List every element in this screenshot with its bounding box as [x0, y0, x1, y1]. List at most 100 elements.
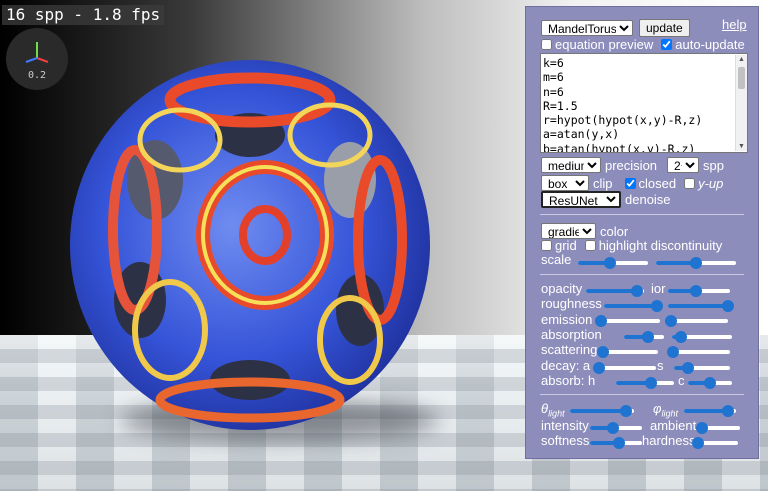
opacity-slider[interactable] [586, 285, 644, 297]
precision-select[interactable]: medium [541, 157, 601, 173]
auto-update-checkbox[interactable] [661, 39, 673, 50]
ambient-slider[interactable] [696, 422, 740, 434]
grid-label: grid [555, 238, 577, 253]
closed-checkbox[interactable] [624, 177, 636, 189]
theta-light-slider[interactable] [570, 405, 634, 417]
slider-knob[interactable] [704, 377, 716, 389]
softness-slider[interactable] [590, 437, 642, 449]
slider-knob[interactable] [607, 422, 620, 434]
grid-checkbox[interactable] [541, 240, 552, 251]
decay-a-label: decay: a [541, 358, 591, 373]
slider-knob[interactable] [675, 331, 687, 343]
spp-select[interactable]: 2⁴ [667, 157, 700, 173]
auto-update-label: auto-update [675, 37, 745, 52]
color-label: color [600, 223, 629, 239]
phi-light-label: φlight [653, 401, 678, 419]
opacity-label: opacity [541, 281, 583, 296]
softness-label: softness [541, 433, 590, 448]
slider-knob[interactable] [620, 405, 633, 417]
absorption-slider[interactable] [624, 331, 664, 343]
equation-scrollbar[interactable]: ▲ ▼ [735, 55, 747, 151]
denoise-select[interactable]: ResUNet [541, 191, 621, 208]
y-up-checkbox[interactable] [684, 177, 696, 189]
scattering-b-slider[interactable] [666, 346, 730, 358]
closed-label: closed [638, 175, 677, 191]
emission-label: emission [541, 312, 593, 327]
scroll-thumb[interactable] [738, 67, 745, 89]
absorb-h-label: absorb: h [541, 373, 596, 388]
roughness-b-slider[interactable] [668, 300, 735, 312]
slider-knob[interactable] [631, 285, 644, 297]
slider-knob[interactable] [664, 315, 677, 327]
intensity-slider[interactable] [590, 422, 642, 434]
emission-b-slider[interactable] [664, 315, 728, 327]
scroll-up-icon[interactable]: ▲ [738, 56, 745, 63]
gizmo-scale-label: 0.2 [27, 70, 47, 81]
slider-knob[interactable] [722, 300, 735, 312]
ior-slider[interactable] [668, 285, 730, 297]
decay-s-slider[interactable] [674, 362, 730, 374]
phi-light-slider[interactable] [684, 405, 736, 417]
hardness-label: hardness [642, 433, 696, 448]
slider-knob[interactable] [722, 405, 735, 417]
slider-knob[interactable] [596, 346, 609, 358]
scale-a-slider[interactable] [578, 257, 648, 269]
theta-light-label: θlight [541, 401, 565, 419]
absorption-label: absorption [541, 327, 602, 342]
slider-knob[interactable] [690, 257, 702, 269]
decay-s-label: s [657, 358, 664, 373]
divider [540, 274, 744, 275]
roughness-slider[interactable] [604, 300, 664, 312]
denoise-label: denoise [625, 192, 671, 207]
clip-select[interactable]: box [541, 175, 589, 191]
help-link[interactable]: help [722, 17, 747, 32]
scale-b-slider[interactable] [656, 257, 736, 269]
divider [540, 394, 744, 395]
emission-slider[interactable] [595, 315, 660, 327]
ior-label: ior [651, 281, 666, 296]
equation-preview-label: equation preview [555, 37, 654, 52]
slider-knob[interactable] [692, 437, 705, 449]
slider-knob[interactable] [593, 362, 605, 374]
y-up-label: y-up [698, 175, 724, 191]
equation-preview-checkbox[interactable] [541, 39, 552, 50]
scroll-down-icon[interactable]: ▼ [738, 143, 745, 150]
intensity-label: intensity [541, 418, 589, 433]
equation-editor[interactable] [540, 53, 748, 153]
update-button[interactable]: update [639, 19, 690, 37]
highlight-discontinuity-checkbox[interactable] [584, 240, 596, 251]
slider-knob[interactable] [666, 346, 679, 358]
color-select[interactable]: gradient [541, 223, 596, 239]
absorb-c-label: c [678, 373, 685, 388]
scattering-slider[interactable] [596, 346, 658, 358]
scale-label: scale [541, 252, 572, 267]
absorb-h-slider[interactable] [616, 377, 674, 389]
decay-a-slider[interactable] [593, 362, 656, 374]
hardness-slider[interactable] [692, 437, 738, 449]
slider-knob[interactable] [696, 422, 709, 434]
divider [540, 214, 744, 215]
slider-knob[interactable] [595, 315, 608, 327]
clip-label: clip [593, 175, 613, 191]
absorb-c-slider[interactable] [688, 377, 732, 389]
slider-fill [586, 289, 638, 293]
fps-readout: 16 spp - 1.8 fps [2, 5, 165, 25]
slider-knob[interactable] [603, 257, 616, 269]
rendered-torus-object [70, 60, 430, 430]
slider-knob[interactable] [612, 437, 625, 449]
slider-knob[interactable] [682, 362, 694, 374]
axis-gizmo[interactable]: 0.2 [6, 28, 68, 90]
slider-knob[interactable] [642, 331, 654, 343]
roughness-label: roughness [541, 296, 602, 311]
ambient-label: ambient [650, 418, 697, 433]
highlight-discontinuity-label: highlight discontinuity [598, 238, 723, 253]
absorption-b-slider[interactable] [672, 331, 732, 343]
function-select[interactable]: MandelTorus [541, 20, 633, 36]
slider-fill [668, 304, 729, 308]
slider-knob[interactable] [651, 300, 664, 312]
scattering-label: scattering [541, 342, 598, 357]
slider-knob[interactable] [689, 285, 702, 297]
slider-knob[interactable] [644, 377, 657, 389]
precision-label: precision [605, 157, 658, 173]
slider-fill [604, 304, 658, 308]
